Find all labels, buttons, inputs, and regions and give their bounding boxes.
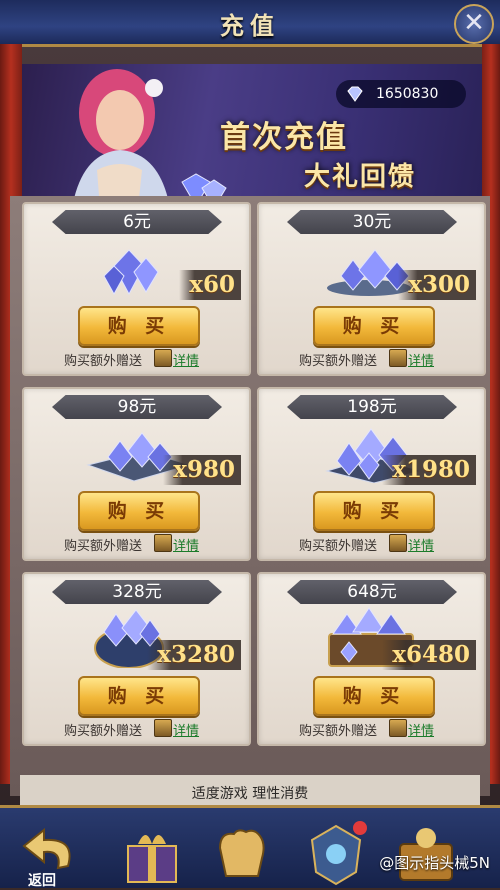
diamond-quantity: x980	[163, 455, 241, 485]
watermark: @图示指头械5N	[379, 854, 490, 872]
balance-value: 1650830	[376, 86, 439, 102]
diamond-icon	[347, 86, 363, 102]
price-tag: 30元	[287, 210, 457, 234]
gift-chest-icon	[154, 349, 172, 367]
bonus-text: 购买额外赠送	[64, 539, 143, 554]
buy-button[interactable]: 购 买	[78, 491, 200, 531]
price-tag: 6元	[52, 210, 222, 234]
responsible-gaming-slogan: 适度游戏 理性消费	[191, 786, 309, 802]
bonus-text: 购买额外赠送	[299, 724, 378, 739]
back-label: 返回	[28, 873, 56, 889]
price-tag: 98元	[52, 395, 222, 419]
gift-chest-icon	[389, 534, 407, 552]
bonus-text: 购买额外赠送	[64, 724, 143, 739]
banner-headline: 首次充值	[220, 120, 348, 155]
price-tag: 648元	[287, 580, 457, 604]
bonus-text: 购买额外赠送	[299, 539, 378, 554]
page-title: 充值	[220, 11, 280, 40]
detail-link[interactable]: 详情	[173, 535, 199, 554]
buy-button[interactable]: 购 买	[313, 491, 435, 531]
heroine-portrait	[74, 69, 168, 198]
package-card-198: 198元 x1980 购 买 购买额外赠送 详情	[257, 387, 486, 561]
diamond-quantity: x60	[179, 270, 241, 300]
buy-button[interactable]: 购 买	[313, 676, 435, 716]
price-tag: 328元	[52, 580, 222, 604]
package-card-328: 328元 x3280 购 买 购买额外赠送 详情	[22, 572, 251, 746]
banner-subheadline: 大礼回馈	[304, 162, 417, 192]
diamond-cluster-icon	[181, 173, 227, 198]
buy-button[interactable]: 购 买	[78, 306, 200, 346]
detail-link[interactable]: 详情	[173, 350, 199, 369]
fist-icon[interactable]	[204, 818, 276, 888]
diamond-quantity: x1980	[382, 455, 476, 485]
title-bar: 充值 ✕	[0, 0, 500, 47]
detail-link[interactable]: 详情	[408, 720, 434, 739]
diamond-balance: 1650830	[336, 80, 466, 108]
package-card-98: 98元 x980 购 买 购买额外赠送 详情	[22, 387, 251, 561]
price-tag: 198元	[287, 395, 457, 419]
gift-box-icon[interactable]	[116, 818, 188, 888]
diamond-quantity: x3280	[147, 640, 241, 670]
detail-link[interactable]: 详情	[408, 350, 434, 369]
diamond-quantity: x6480	[382, 640, 476, 670]
diamond-pile-icon	[103, 249, 159, 296]
package-card-648: 648元 x6480 购 买 购买额外赠送 详情	[257, 572, 486, 746]
gift-chest-icon	[154, 719, 172, 737]
gift-chest-icon	[154, 534, 172, 552]
gift-chest-icon	[389, 719, 407, 737]
package-card-30: 30元 x300 购 买 购买额外赠送 详情	[257, 202, 486, 376]
bottom-nav-bar	[0, 805, 500, 888]
gift-chest-icon	[389, 349, 407, 367]
package-card-6: 6元 x60 购 买 购买额外赠送 详情	[22, 202, 251, 376]
armor-emblem-icon[interactable]	[300, 818, 372, 888]
buy-button[interactable]: 购 买	[78, 676, 200, 716]
detail-link[interactable]: 详情	[408, 535, 434, 554]
close-button[interactable]: ✕	[454, 4, 494, 44]
buy-button[interactable]: 购 买	[313, 306, 435, 346]
diamond-quantity: x300	[398, 270, 476, 300]
bonus-text: 购买额外赠送	[299, 354, 378, 369]
detail-link[interactable]: 详情	[173, 720, 199, 739]
first-recharge-banner: 1650830 首次充值 大礼回馈	[22, 64, 482, 198]
bonus-text: 购买额外赠送	[64, 354, 143, 369]
